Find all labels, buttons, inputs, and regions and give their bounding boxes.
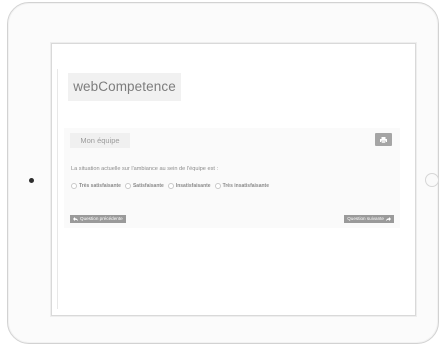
answer-options: Très satisfaisante Satisfaisante Insatis… xyxy=(71,183,269,189)
next-question-button[interactable]: Question suivante xyxy=(344,215,394,223)
option-label: Insatisfaisante xyxy=(175,183,211,189)
print-icon xyxy=(380,136,387,143)
content-divider xyxy=(57,69,58,309)
camera-icon xyxy=(29,178,34,183)
share-arrow-icon xyxy=(386,217,391,221)
next-question-label: Question suivante xyxy=(347,216,384,221)
radio-button[interactable] xyxy=(167,183,174,189)
radio-button[interactable] xyxy=(214,183,221,189)
previous-question-button[interactable]: Question précédente xyxy=(70,215,126,223)
tablet-screen: webCompetence Mon équipe La situation ac… xyxy=(51,43,416,316)
reply-arrow-icon xyxy=(73,217,78,221)
panel-title: Mon équipe xyxy=(70,133,130,148)
brand-logo[interactable]: webCompetence xyxy=(68,73,181,101)
question-panel: Mon équipe La situation actuelle sur l'a… xyxy=(64,128,400,228)
option-satisfaisante[interactable]: Satisfaisante xyxy=(124,183,164,189)
home-button[interactable] xyxy=(425,173,439,187)
previous-question-label: Question précédente xyxy=(80,216,123,221)
option-label: Satisfaisante xyxy=(132,183,164,189)
option-insatisfaisante[interactable]: Insatisfaisante xyxy=(167,183,211,189)
option-label: Très satisfaisante xyxy=(79,183,121,189)
question-text: La situation actuelle sur l'ambiance au … xyxy=(71,166,219,172)
print-button[interactable] xyxy=(375,133,392,146)
option-tres-satisfaisante[interactable]: Très satisfaisante xyxy=(71,183,121,189)
radio-button[interactable] xyxy=(124,183,131,189)
option-label: Très insatisfaisante xyxy=(222,183,269,189)
radio-button[interactable] xyxy=(71,183,77,189)
option-tres-insatisfaisante[interactable]: Très insatisfaisante xyxy=(214,183,269,189)
